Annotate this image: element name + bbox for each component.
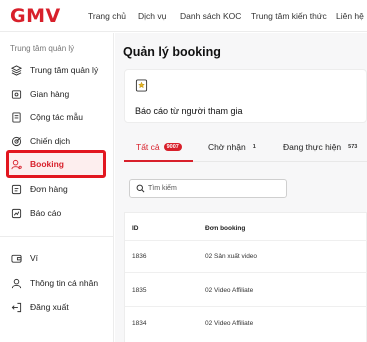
active-tab-underline <box>124 160 193 162</box>
sidebar-item-wallet[interactable]: Ví <box>10 247 107 269</box>
booking-id-cell[interactable]: 1834 <box>132 320 146 327</box>
sidebar-item-label: Chiến dịch <box>30 136 71 146</box>
nav-link-services[interactable]: Dịch vụ <box>138 11 166 21</box>
sidebar-item-label: Ví <box>30 253 39 263</box>
sidebar-item-label: Cộng tác mẫu <box>30 112 83 122</box>
search-placeholder: Tìm kiếm <box>148 185 177 192</box>
sidebar-item-label: Gian hàng <box>30 89 70 99</box>
document-icon <box>10 111 22 123</box>
header-divider <box>125 240 367 241</box>
nav-link-koc-list[interactable]: Danh sách KOC <box>180 11 241 21</box>
nav-link-contact[interactable]: Liên hệ <box>336 11 364 21</box>
search-icon <box>136 184 145 193</box>
booking-name-cell[interactable]: 02 Sản xuất video <box>205 253 257 260</box>
sidebar-item-label: Trung tâm quản lý <box>30 65 99 75</box>
page-title: Quản lý booking <box>123 45 221 59</box>
tab-all[interactable]: Tất cả 9007 <box>136 142 182 152</box>
user-icon <box>10 277 22 289</box>
logout-icon <box>10 301 22 313</box>
sidebar-item-logout[interactable]: Đăng xuất <box>10 296 107 318</box>
user-pin-icon <box>10 158 22 170</box>
booking-name-cell[interactable]: 02 Video Affiliate <box>205 320 253 327</box>
row-divider <box>125 306 367 307</box>
tab-label: Tất cả <box>136 142 160 152</box>
sidebar-item-label: Đăng xuất <box>30 302 69 312</box>
sidebar-item-management-center[interactable]: Trung tâm quản lý <box>10 59 107 81</box>
sidebar-item-sample-collaboration[interactable]: Cộng tác mẫu <box>10 106 107 128</box>
booking-id-cell[interactable]: 1836 <box>132 253 146 260</box>
wallet-icon <box>10 252 22 264</box>
tab-count-badge: 573 <box>348 144 358 150</box>
column-header-booking: Đơn booking <box>205 225 246 232</box>
booking-id-cell[interactable]: 1835 <box>132 287 146 294</box>
tab-pending[interactable]: Chờ nhận 1 <box>208 142 259 152</box>
tab-label: Đang thực hiện <box>283 142 342 152</box>
layers-icon <box>10 64 22 76</box>
sidebar-item-label: Báo cáo <box>30 208 62 218</box>
sidebar-section-title: Trung tâm quản lý <box>10 44 75 53</box>
search-input[interactable]: Tìm kiếm <box>129 179 287 198</box>
target-icon <box>10 135 22 147</box>
tab-label: Chờ nhận <box>208 142 246 152</box>
sidebar-item-profile[interactable]: Thông tin cá nhân <box>10 272 107 294</box>
tab-count-badge: 1 <box>252 144 256 150</box>
sidebar-item-label: Đơn hàng <box>30 184 68 194</box>
booking-table: ID Đơn booking 1836 02 Sản xuất video 18… <box>124 212 367 342</box>
store-icon <box>10 88 22 100</box>
booking-status-tabs: Tất cả 9007 Chờ nhận 1 Đang thực hiện 57… <box>124 133 367 162</box>
card-label: Báo cáo từ người tham gia <box>135 106 243 116</box>
tab-in-progress[interactable]: Đang thực hiện 573 <box>283 142 360 152</box>
order-icon <box>10 183 22 195</box>
sidebar-item-label: Thông tin cá nhân <box>30 278 99 288</box>
sidebar-item-orders[interactable]: Đơn hàng <box>10 178 107 200</box>
sidebar-item-label: Booking <box>30 159 64 169</box>
main-content: Quản lý booking Báo cáo từ người tham gi… <box>115 33 367 342</box>
tab-count-badge: 9007 <box>163 143 182 151</box>
nav-link-knowledge-center[interactable]: Trung tâm kiến thức <box>251 11 327 21</box>
sidebar-item-store[interactable]: Gian hàng <box>10 83 107 105</box>
nav-link-home[interactable]: Trang chủ <box>88 11 126 21</box>
sidebar-item-campaigns[interactable]: Chiến dịch <box>10 130 107 152</box>
participant-report-card[interactable]: Báo cáo từ người tham gia <box>124 69 367 123</box>
sidebar-divider <box>0 236 113 237</box>
sidebar-item-reports[interactable]: Báo cáo <box>10 202 107 224</box>
top-navigation-bar: GMV Trang chủ Dịch vụ Danh sách KOC Trun… <box>0 0 367 32</box>
star-doc-icon <box>135 79 148 92</box>
chart-icon <box>10 207 22 219</box>
booking-name-cell[interactable]: 02 Video Affiliate <box>205 287 253 294</box>
gmv-logo[interactable]: GMV <box>10 5 61 27</box>
sidebar-item-booking[interactable]: Booking <box>10 153 107 175</box>
row-divider <box>125 272 367 273</box>
sidebar: Trung tâm quản lý Trung tâm quản lý Gian… <box>0 33 114 342</box>
column-header-id: ID <box>132 225 139 232</box>
